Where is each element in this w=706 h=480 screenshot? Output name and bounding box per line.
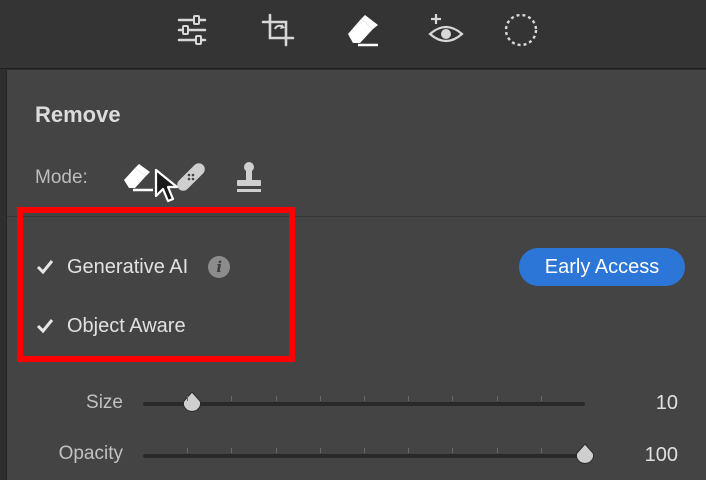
slider-tick — [364, 396, 365, 401]
slider-tick — [452, 448, 453, 453]
opacity-slider-thumb[interactable] — [574, 443, 596, 465]
slider-tick — [497, 448, 498, 453]
size-slider[interactable] — [143, 391, 585, 412]
slider-tick — [320, 396, 321, 401]
mouse-pointer-icon — [154, 168, 179, 203]
opacity-slider[interactable] — [143, 443, 595, 464]
slider-tick — [320, 448, 321, 453]
remove-eraser-icon[interactable] — [119, 158, 159, 196]
mode-label: Mode: — [35, 167, 88, 188]
remove-tool-window: Remove Mode: Generative AI i Object Awar… — [0, 0, 706, 480]
annotation-highlight-box — [17, 207, 295, 362]
size-slider-thumb[interactable] — [181, 391, 203, 413]
clone-stamp-icon[interactable] — [229, 158, 269, 196]
red-eye-icon[interactable] — [424, 10, 468, 50]
early-access-badge[interactable]: Early Access — [519, 248, 685, 286]
crop-icon[interactable] — [256, 10, 300, 50]
slider-tick — [276, 448, 277, 453]
eraser-icon[interactable] — [341, 10, 385, 50]
size-label: Size — [86, 392, 123, 413]
slider-tick — [408, 448, 409, 453]
slider-tick — [364, 448, 365, 453]
size-value[interactable]: 10 — [656, 392, 678, 415]
slider-tick — [276, 396, 277, 401]
slider-tick — [452, 396, 453, 401]
slider-tick — [541, 396, 542, 401]
adjustments-sliders-icon[interactable] — [170, 10, 214, 50]
section-title: Remove — [35, 102, 121, 127]
masking-circle-icon[interactable] — [499, 10, 543, 50]
slider-tick — [541, 448, 542, 453]
slider-tick — [497, 396, 498, 401]
slider-tick — [187, 396, 188, 401]
opacity-label: Opacity — [58, 443, 123, 464]
remove-panel: Remove Mode: Generative AI i Object Awar… — [6, 70, 706, 480]
tool-strip — [0, 0, 706, 69]
slider-tick — [408, 396, 409, 401]
slider-tick — [187, 448, 188, 453]
slider-tick — [231, 396, 232, 401]
slider-tick — [231, 448, 232, 453]
opacity-value[interactable]: 100 — [645, 444, 678, 467]
